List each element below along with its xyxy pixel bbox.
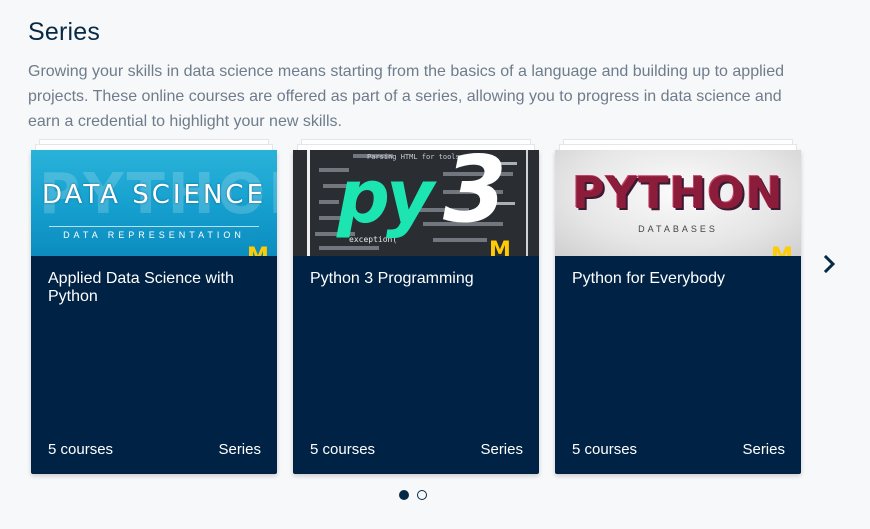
image-subtitle: DATA REPRESENTATION (63, 230, 245, 240)
series-card-python-for-everybody[interactable]: PYTHON DATABASES M Python for Everybody … (555, 139, 801, 474)
chevron-right-icon (823, 255, 836, 273)
image-subtitle: DATABASES (638, 224, 718, 234)
card-title[interactable]: Python 3 Programming (310, 270, 525, 288)
image-divider (49, 226, 259, 227)
card-type-label: Series (480, 441, 523, 458)
card-course-count: 5 courses (310, 441, 376, 458)
card-type-label: Series (218, 441, 261, 458)
section-title: Series (28, 18, 101, 46)
michigan-logo-icon: M (489, 238, 511, 257)
card-image-python-databases: PYTHON DATABASES M (555, 150, 801, 256)
series-card-applied-data-science[interactable]: PYTHON DATA SCIENCE DATA REPRESENTATION … (31, 139, 277, 474)
card-image-data-science: PYTHON DATA SCIENCE DATA REPRESENTATION … (31, 150, 277, 256)
card-course-count: 5 courses (572, 441, 638, 458)
card-title[interactable]: Python for Everybody (572, 270, 787, 288)
card-image-py3: Parsing HTML for tools exception( py 3 M (293, 150, 539, 256)
image-headline: DATA SCIENCE (41, 180, 267, 210)
py-number: 3 (443, 150, 508, 243)
series-card-python-3-programming[interactable]: Parsing HTML for tools exception( py 3 M… (293, 139, 539, 474)
carousel-dot-2[interactable] (417, 490, 427, 500)
carousel-pagination (399, 490, 427, 500)
image-headline: PYTHON (572, 168, 784, 219)
michigan-logo-icon: M (771, 246, 793, 257)
card-title[interactable]: Applied Data Science with Python (48, 270, 263, 306)
card-type-label: Series (742, 441, 785, 458)
carousel-next-button[interactable] (818, 252, 842, 276)
py-headline: py (337, 154, 434, 240)
michigan-logo-icon: M (247, 246, 269, 257)
section-description: Growing your skills in data science mean… (28, 63, 784, 130)
card-course-count: 5 courses (48, 441, 114, 458)
carousel-dot-1[interactable] (399, 490, 409, 500)
